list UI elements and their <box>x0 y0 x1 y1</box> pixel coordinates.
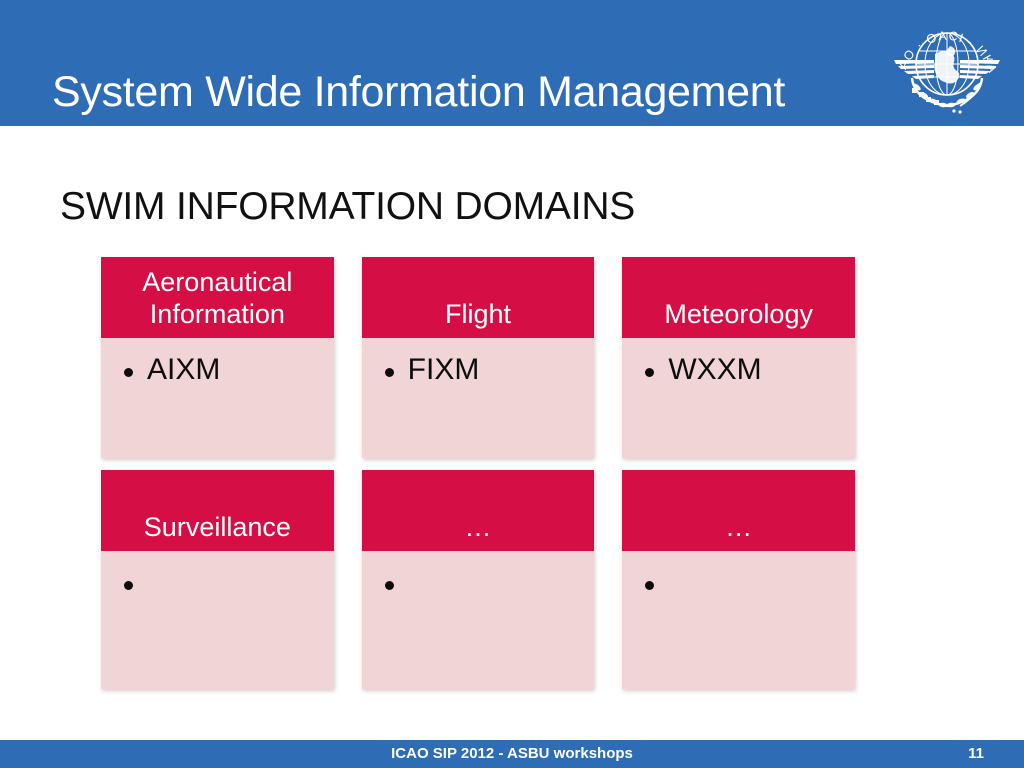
domain-card-placeholder-3[interactable]: … <box>622 470 856 689</box>
domain-card-header: … <box>622 470 856 551</box>
list-item <box>640 565 845 601</box>
slide-title-bar: System Wide Information Management ICAO … <box>0 0 1024 126</box>
domain-card-surveillance[interactable]: Surveillance <box>101 470 334 689</box>
list-item: AIXM <box>119 352 324 388</box>
domain-card-header: Surveillance <box>101 470 334 551</box>
domain-card-body: WXXM <box>622 338 856 458</box>
domain-card-body <box>361 551 595 689</box>
domain-card-body <box>101 551 334 689</box>
domain-card-body: AIXM <box>101 338 334 458</box>
domain-card-header: Flight <box>361 257 595 338</box>
domain-card-title: … <box>725 512 753 542</box>
slide-title: System Wide Information Management <box>52 68 786 116</box>
domain-card-header: … <box>361 470 595 551</box>
bullet-list: FIXM <box>380 352 585 388</box>
list-item <box>380 565 585 601</box>
domain-row-1: Aeronautical Information AIXM Flight FIX… <box>101 257 856 458</box>
bullet-list <box>380 565 585 601</box>
slide-number: 11 <box>968 745 984 762</box>
slide-content: SWIM INFORMATION DOMAINS Aeronautical In… <box>0 126 1024 740</box>
footer-text: ICAO SIP 2012 - ASBU workshops <box>391 745 633 762</box>
domain-card-header: Aeronautical Information <box>101 257 334 338</box>
domain-card-body: FIXM <box>361 338 595 458</box>
list-item: FIXM <box>380 352 585 388</box>
bullet-list <box>119 565 324 601</box>
domain-card-meteorology[interactable]: Meteorology WXXM <box>622 257 856 458</box>
bullet-list: WXXM <box>640 352 845 388</box>
domain-card-header: Meteorology <box>622 257 856 338</box>
list-item <box>119 565 324 601</box>
bullet-list <box>640 565 845 601</box>
icao-logo: ICAO · OACI · ИКАО <box>888 4 1006 122</box>
page-title: SWIM INFORMATION DOMAINS <box>60 185 636 228</box>
domain-card-title: Surveillance <box>143 512 291 542</box>
domain-card-placeholder-2[interactable]: … <box>361 470 595 689</box>
domain-card-flight[interactable]: Flight FIXM <box>361 257 595 458</box>
domain-card-title: Meteorology <box>664 299 813 329</box>
bullet-list: AIXM <box>119 352 324 388</box>
slide-footer-bar: ICAO SIP 2012 - ASBU workshops 11 <box>0 740 1024 768</box>
domain-row-2: Surveillance … … <box>101 470 856 689</box>
domain-card-title: Aeronautical Information <box>142 266 293 329</box>
list-item: WXXM <box>640 352 845 388</box>
domain-card-body <box>622 551 856 689</box>
domain-card-aeronautical-information[interactable]: Aeronautical Information AIXM <box>101 257 334 458</box>
domain-grid: Aeronautical Information AIXM Flight FIX… <box>101 257 856 689</box>
domain-card-title: Flight <box>444 299 512 329</box>
domain-card-title: … <box>464 512 492 542</box>
